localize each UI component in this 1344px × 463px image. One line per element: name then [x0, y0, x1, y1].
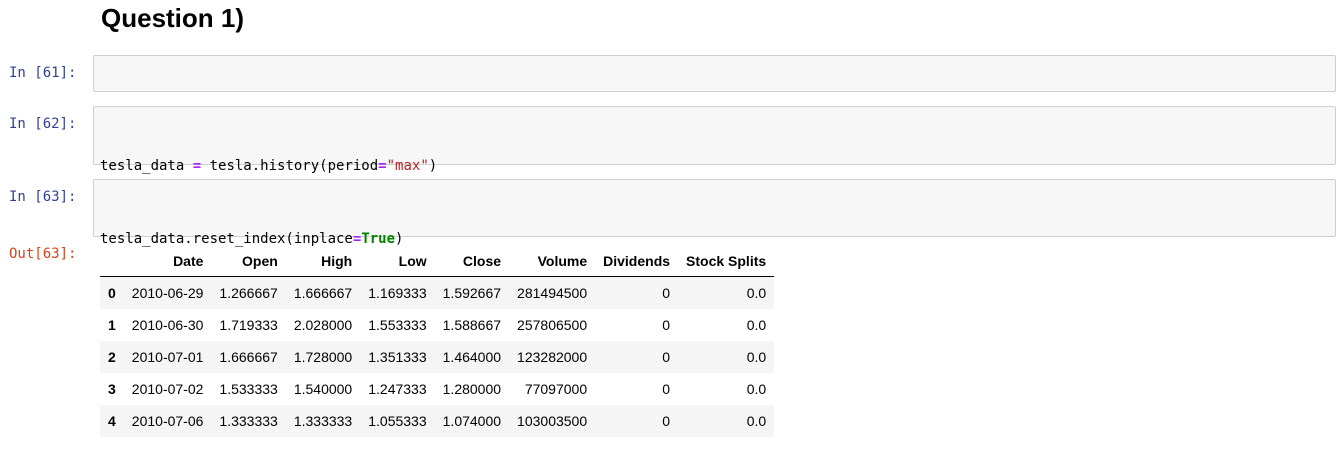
row-index: 3 — [108, 381, 116, 397]
input-prompt-62: In [62]: — [9, 116, 77, 132]
output-prompt-63: Out[63]: — [9, 246, 77, 262]
table-row: 2 2010-07-01 1.666667 1.728000 1.351333 … — [100, 341, 775, 373]
cell-high: 1.728000 — [293, 349, 353, 365]
cell-low: 1.055333 — [368, 413, 427, 429]
table-row: 1 2010-06-30 1.719333 2.028000 1.553333 … — [100, 309, 775, 341]
cell-stock-splits: 0.0 — [746, 413, 767, 429]
markdown-heading: Question 1) — [101, 3, 245, 33]
row-index: 1 — [108, 317, 116, 333]
cell-close: 1.588667 — [442, 317, 502, 333]
cell-volume: 281494500 — [517, 285, 588, 301]
cell-open: 1.533333 — [219, 381, 278, 397]
table-row: 3 2010-07-02 1.533333 1.540000 1.247333 … — [100, 373, 775, 405]
cell-volume: 257806500 — [517, 317, 588, 333]
code-cell-63[interactable]: tesla_data.reset_index(inplace=True) tes… — [93, 179, 1336, 310]
cell-close: 1.074000 — [442, 413, 502, 429]
cell-open: 1.266667 — [219, 285, 278, 301]
cell-close: 1.280000 — [442, 381, 502, 397]
cell-high: 2.028000 — [293, 317, 353, 333]
column-header-stock-splits: Stock Splits — [678, 245, 775, 277]
table-header-row: Date Open High Low Close Volume Dividend… — [100, 245, 775, 277]
cell-high: 1.333333 — [293, 413, 353, 429]
cell-date: 2010-07-02 — [131, 381, 204, 397]
cell-dividends: 0 — [662, 317, 671, 333]
code-token: = — [378, 158, 387, 174]
cell-low: 1.351333 — [368, 349, 427, 365]
cell-stock-splits: 0.0 — [746, 349, 767, 365]
table-row: 0 2010-06-29 1.266667 1.666667 1.169333 … — [100, 276, 775, 309]
code-token: "max" — [386, 158, 429, 174]
table-row: 4 2010-07-06 1.333333 1.333333 1.055333 … — [100, 405, 775, 437]
dataframe-output-table: Date Open High Low Close Volume Dividend… — [100, 245, 775, 437]
cell-date: 2010-06-30 — [131, 317, 204, 333]
cell-stock-splits: 0.0 — [746, 317, 767, 333]
column-header-date: Date — [123, 245, 212, 277]
row-index: 0 — [108, 285, 116, 301]
cell-volume: 123282000 — [517, 349, 588, 365]
cell-close: 1.464000 — [442, 349, 502, 365]
column-header-low: Low — [360, 245, 435, 277]
cell-low: 1.553333 — [368, 317, 427, 333]
cell-close: 1.592667 — [442, 285, 502, 301]
cell-date: 2010-07-01 — [131, 349, 204, 365]
cell-volume: 77097000 — [524, 381, 588, 397]
cell-dividends: 0 — [662, 413, 671, 429]
code-cell-62[interactable]: tesla_data = tesla.history(period="max") — [93, 106, 1336, 174]
cell-open: 1.333333 — [219, 413, 278, 429]
code-line: tesla_data = tesla.history(period="max") — [100, 156, 1329, 177]
cell-open: 1.666667 — [219, 349, 278, 365]
column-header-open: Open — [211, 245, 286, 277]
cell-date: 2010-06-29 — [131, 285, 204, 301]
cell-volume: 103003500 — [517, 413, 588, 429]
input-prompt-61: In [61]: — [9, 65, 77, 81]
code-cell-61[interactable]: tesla = yf.Ticker('TSLA') — [93, 55, 1336, 123]
row-index: 4 — [108, 413, 116, 429]
column-header-volume: Volume — [509, 245, 596, 277]
cell-date: 2010-07-06 — [131, 413, 204, 429]
column-header-dividends: Dividends — [595, 245, 679, 277]
cell-high: 1.666667 — [293, 285, 353, 301]
cell-dividends: 0 — [662, 285, 671, 301]
code-token: tesla.history(period — [201, 158, 379, 174]
cell-dividends: 0 — [662, 349, 671, 365]
cell-stock-splits: 0.0 — [746, 285, 767, 301]
cell-stock-splits: 0.0 — [746, 381, 767, 397]
code-token: ) — [428, 158, 438, 174]
cell-low: 1.169333 — [368, 285, 427, 301]
column-header-high: High — [285, 245, 361, 277]
cell-high: 1.540000 — [293, 381, 353, 397]
cell-dividends: 0 — [662, 381, 671, 397]
row-index: 2 — [108, 349, 116, 365]
input-prompt-63: In [63]: — [9, 189, 77, 205]
code-token: = — [192, 158, 202, 174]
column-header-index — [100, 245, 124, 277]
code-token: tesla_data — [100, 158, 193, 174]
cell-open: 1.719333 — [219, 317, 278, 333]
column-header-close: Close — [434, 245, 510, 277]
cell-low: 1.247333 — [368, 381, 427, 397]
